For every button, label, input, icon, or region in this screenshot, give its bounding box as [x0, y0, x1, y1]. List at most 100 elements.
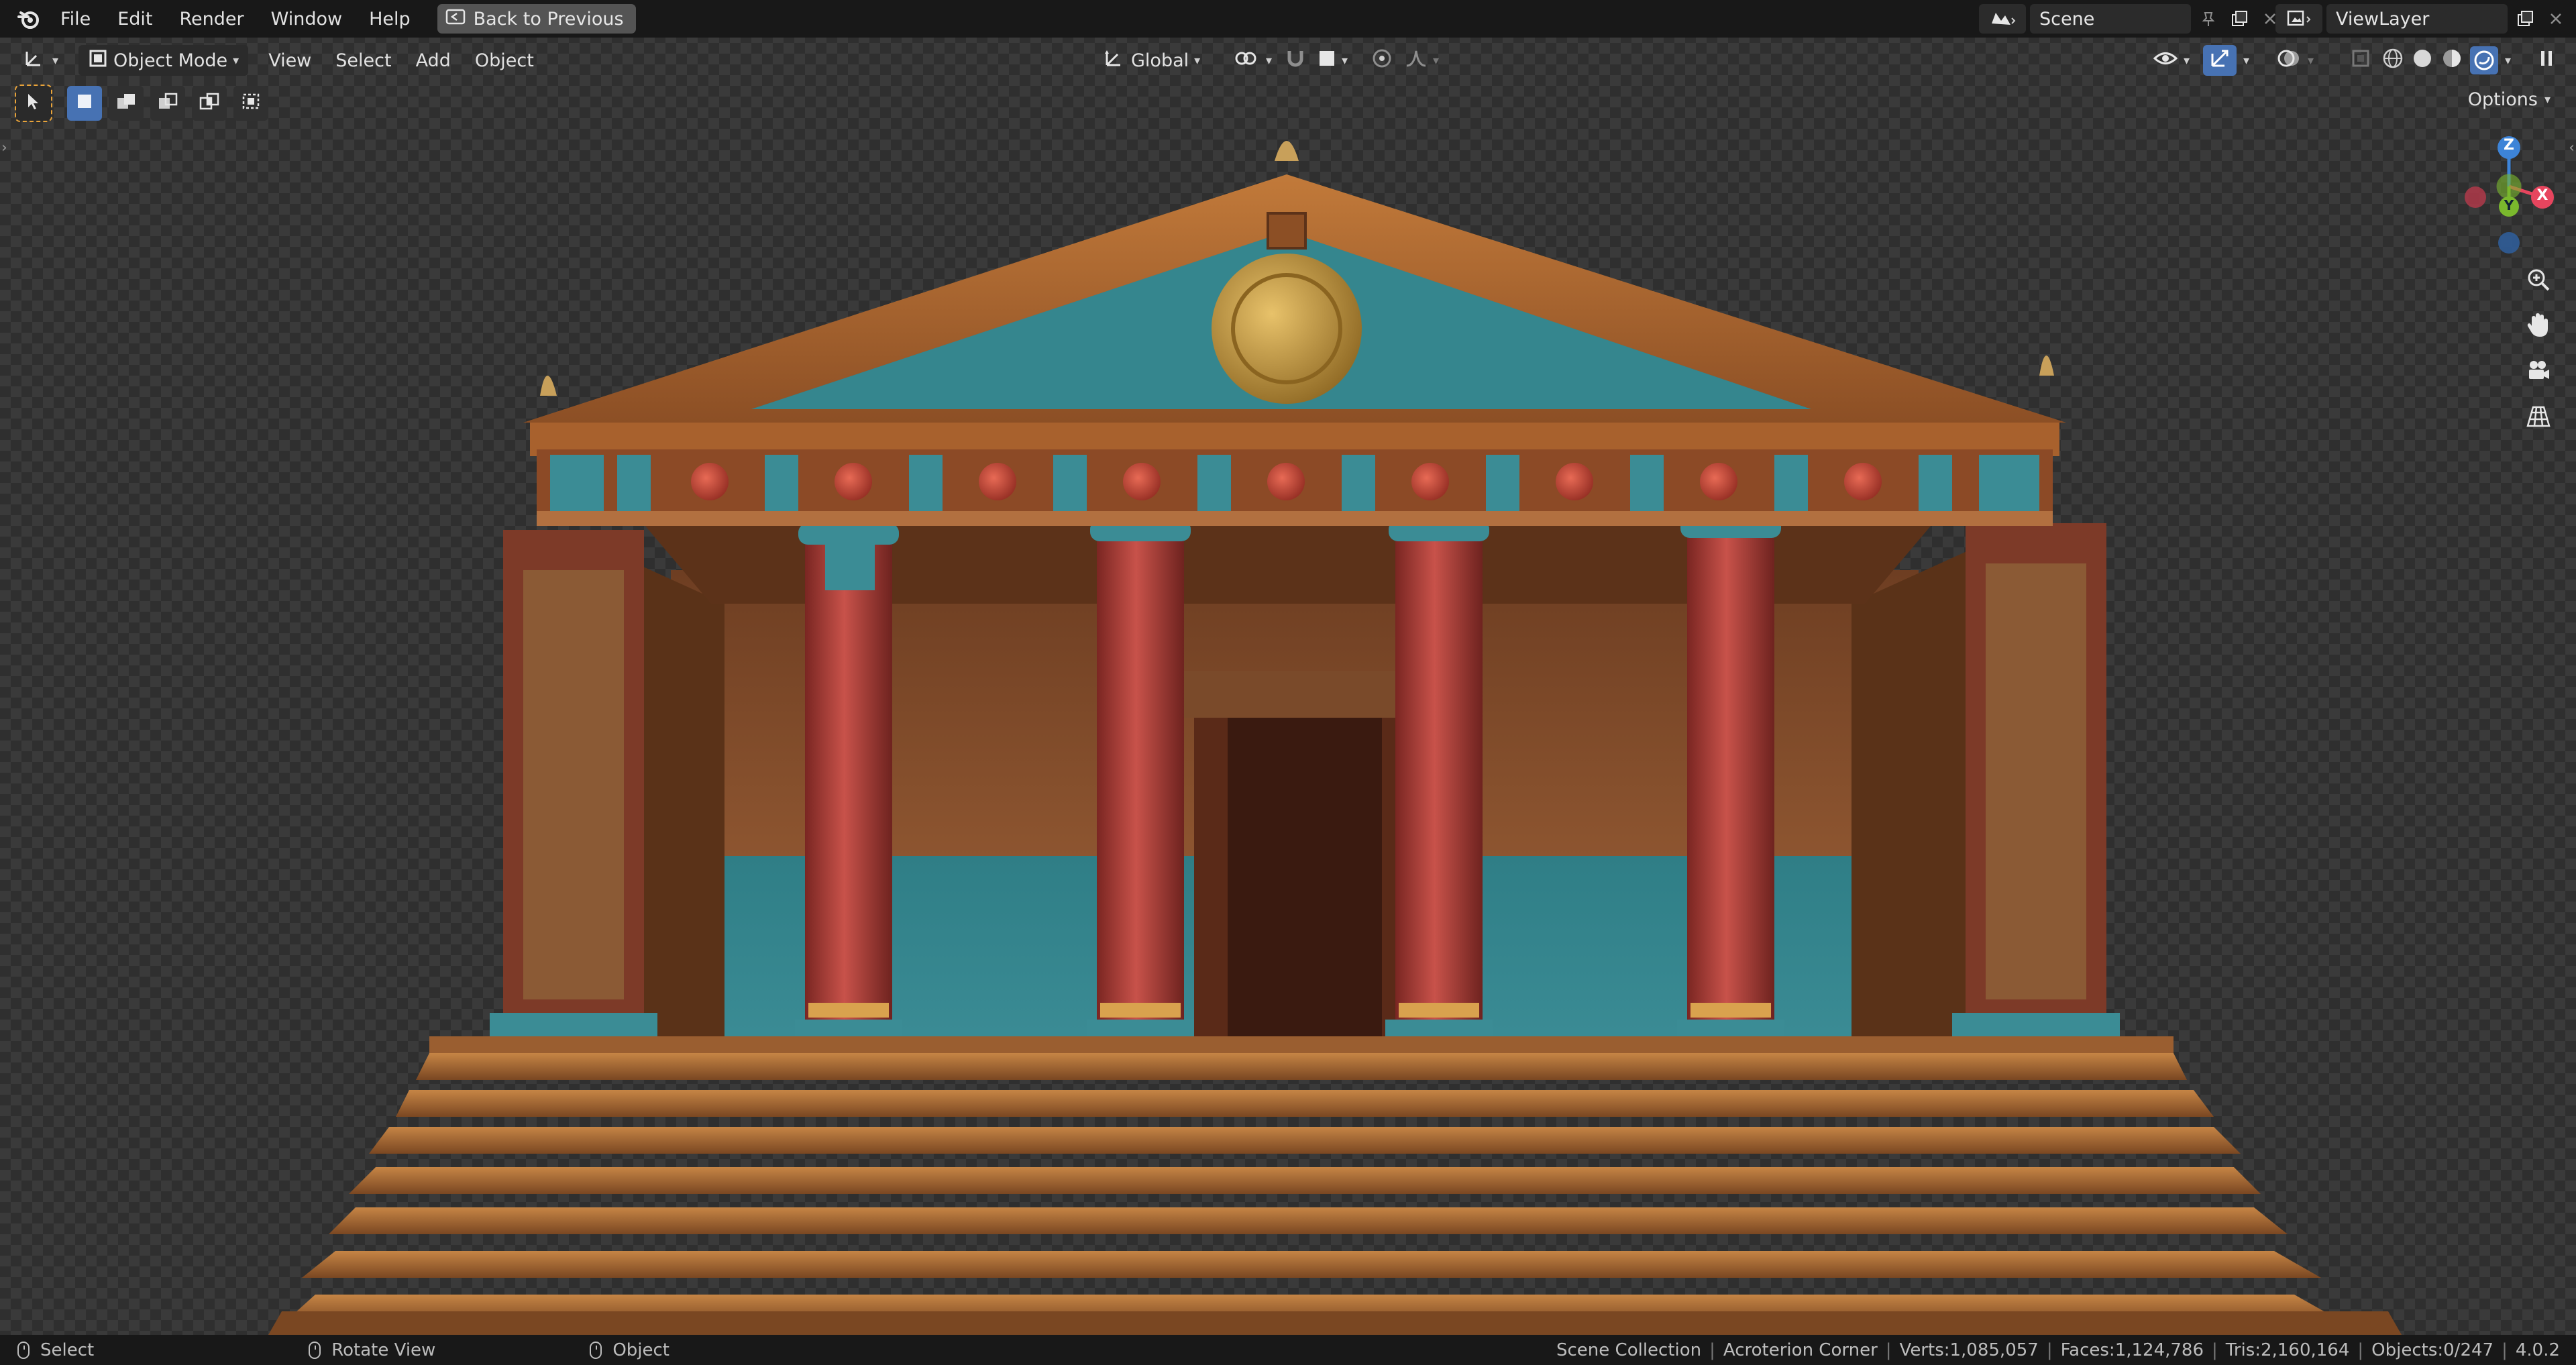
menu-add[interactable]: Add — [407, 45, 460, 76]
hint-select: Select — [17, 1340, 94, 1360]
chevron-down-icon: ▾ — [2308, 53, 2314, 68]
camera-view-button[interactable] — [2520, 354, 2557, 392]
stat-tris: Tris:2,160,164 — [2225, 1340, 2350, 1360]
close-view-layer-icon[interactable] — [2542, 5, 2569, 32]
cursor-arrow-icon — [24, 91, 43, 116]
menu-select[interactable]: Select — [326, 45, 400, 76]
mouse-right-icon — [590, 1341, 602, 1359]
editor-type-button[interactable]: ▾ — [13, 45, 68, 76]
visibility-selector[interactable]: ▾ — [2143, 45, 2199, 76]
select-tool-button[interactable] — [15, 85, 52, 122]
3d-viewport[interactable] — [0, 0, 2576, 1335]
toolbar-expand-arrow-icon[interactable]: › — [1, 140, 7, 156]
select-mode-extend-button[interactable] — [109, 86, 144, 121]
select-mode-subtract-button[interactable] — [150, 86, 185, 121]
chevron-down-icon: ▾ — [233, 53, 239, 68]
chevron-down-icon: ▾ — [2243, 53, 2250, 68]
pause-icon — [2538, 48, 2555, 73]
stat-faces: Faces:1,124,786 — [2060, 1340, 2204, 1360]
select-mode-intersect-button[interactable] — [233, 86, 268, 121]
pivot-icon — [1234, 48, 1260, 73]
menu-edit[interactable]: Edit — [104, 0, 166, 38]
eye-icon — [2153, 48, 2178, 73]
object-mode-icon — [88, 48, 108, 73]
pivot-point-selector[interactable]: ▾ — [1224, 45, 1281, 76]
chevron-down-icon: ▾ — [1433, 53, 1440, 68]
viewport-header: ▾ Object Mode ▾ View Select Add Object G… — [0, 38, 2576, 83]
back-to-previous-button[interactable]: Back to Previous — [437, 4, 636, 34]
transform-orientation-selector[interactable]: Global ▾ — [1093, 45, 1210, 76]
overlays-toggle[interactable]: ▾ — [2267, 45, 2323, 76]
menu-help[interactable]: Help — [356, 0, 424, 38]
view-layer-icon[interactable] — [2275, 4, 2322, 34]
select-invert-icon — [199, 91, 220, 116]
menu-window[interactable]: Window — [258, 0, 356, 38]
new-view-layer-icon[interactable] — [2512, 5, 2538, 32]
stat-verts: Verts:1,085,057 — [1899, 1340, 2039, 1360]
blender-logo-icon[interactable] — [9, 0, 47, 38]
hint-object: Object — [590, 1340, 669, 1360]
mouse-left-icon — [17, 1341, 30, 1359]
chevron-down-icon: ▾ — [1342, 53, 1348, 68]
magnet-icon — [1284, 47, 1307, 74]
material-preview-shading-icon[interactable] — [2440, 47, 2463, 74]
top-menubar: File Edit Render Window Help Back to Pre… — [0, 0, 2576, 38]
back-icon — [445, 9, 466, 30]
solid-shading-icon[interactable] — [2411, 47, 2434, 74]
scene-name-field[interactable]: Scene — [2030, 4, 2191, 34]
hand-icon — [2525, 311, 2552, 344]
falloff-selector[interactable]: ▾ — [1395, 45, 1448, 76]
chevron-down-icon: ▾ — [52, 53, 59, 68]
orientation-icon — [1103, 48, 1126, 74]
show-gizmo-toggle[interactable] — [2203, 45, 2237, 76]
mode-label: Object Mode — [113, 50, 228, 71]
proportional-edit-icon — [1371, 48, 1393, 74]
menu-render[interactable]: Render — [166, 0, 257, 38]
wireframe-shading-icon[interactable] — [2381, 47, 2404, 74]
pin-icon[interactable] — [2195, 5, 2222, 32]
stat-active-object: Acroterion Corner — [1723, 1340, 1878, 1360]
falloff-curve-icon — [1405, 48, 1428, 73]
scene-icon[interactable] — [1979, 4, 2026, 34]
options-label: Options — [2467, 89, 2538, 110]
select-tool-row — [15, 85, 268, 122]
toggle-projection-button[interactable] — [2520, 400, 2557, 437]
pan-view-button[interactable] — [2520, 309, 2557, 346]
gizmo-z-label: Z — [2504, 137, 2514, 154]
axis-gizmo-icon — [23, 48, 47, 74]
new-scene-icon[interactable] — [2226, 5, 2253, 32]
mode-selector[interactable]: Object Mode ▾ — [78, 45, 249, 76]
chevron-down-icon: ▾ — [2184, 53, 2190, 68]
select-new-icon — [74, 91, 95, 116]
select-subtract-icon — [157, 91, 178, 116]
menu-file[interactable]: File — [47, 0, 104, 38]
xray-icon — [2351, 48, 2371, 73]
scene-statistics: Scene Collection | Acroterion Corner | V… — [1556, 1340, 2560, 1360]
stat-collection: Scene Collection — [1556, 1340, 1702, 1360]
select-mode-new-button[interactable] — [67, 86, 102, 121]
select-mode-invert-button[interactable] — [192, 86, 227, 121]
select-extend-icon — [115, 91, 137, 116]
view-layer-name-field[interactable]: ViewLayer — [2326, 4, 2508, 34]
select-intersect-icon — [240, 91, 262, 116]
chevron-down-icon[interactable]: ▾ — [2505, 54, 2511, 68]
menu-view[interactable]: View — [259, 45, 321, 76]
scene-selector[interactable]: Scene — [1979, 4, 2284, 34]
gizmo-icon — [2208, 47, 2231, 74]
snap-target-selector[interactable]: ▾ — [1308, 45, 1357, 76]
options-dropdown[interactable]: Options ▾ — [2459, 83, 2560, 115]
rendered-shading-icon[interactable] — [2470, 46, 2498, 74]
navigation-gizmo[interactable]: Z Y X — [2428, 127, 2576, 282]
hint-select-label: Select — [40, 1340, 95, 1360]
zoom-view-button[interactable] — [2520, 263, 2557, 301]
pause-render-button[interactable] — [2529, 45, 2564, 76]
view-layer-selector[interactable]: ViewLayer — [2275, 4, 2569, 34]
menu-object[interactable]: Object — [466, 45, 543, 76]
grid-perspective-icon — [2525, 403, 2552, 435]
hint-rotate: Rotate View — [309, 1340, 435, 1360]
back-to-previous-label: Back to Previous — [473, 8, 624, 30]
gizmo-options-dropdown[interactable]: ▾ — [2234, 45, 2259, 76]
magnifier-plus-icon — [2525, 266, 2552, 298]
chevron-down-icon: ▾ — [1266, 53, 1273, 68]
temple-render — [268, 141, 2402, 1335]
